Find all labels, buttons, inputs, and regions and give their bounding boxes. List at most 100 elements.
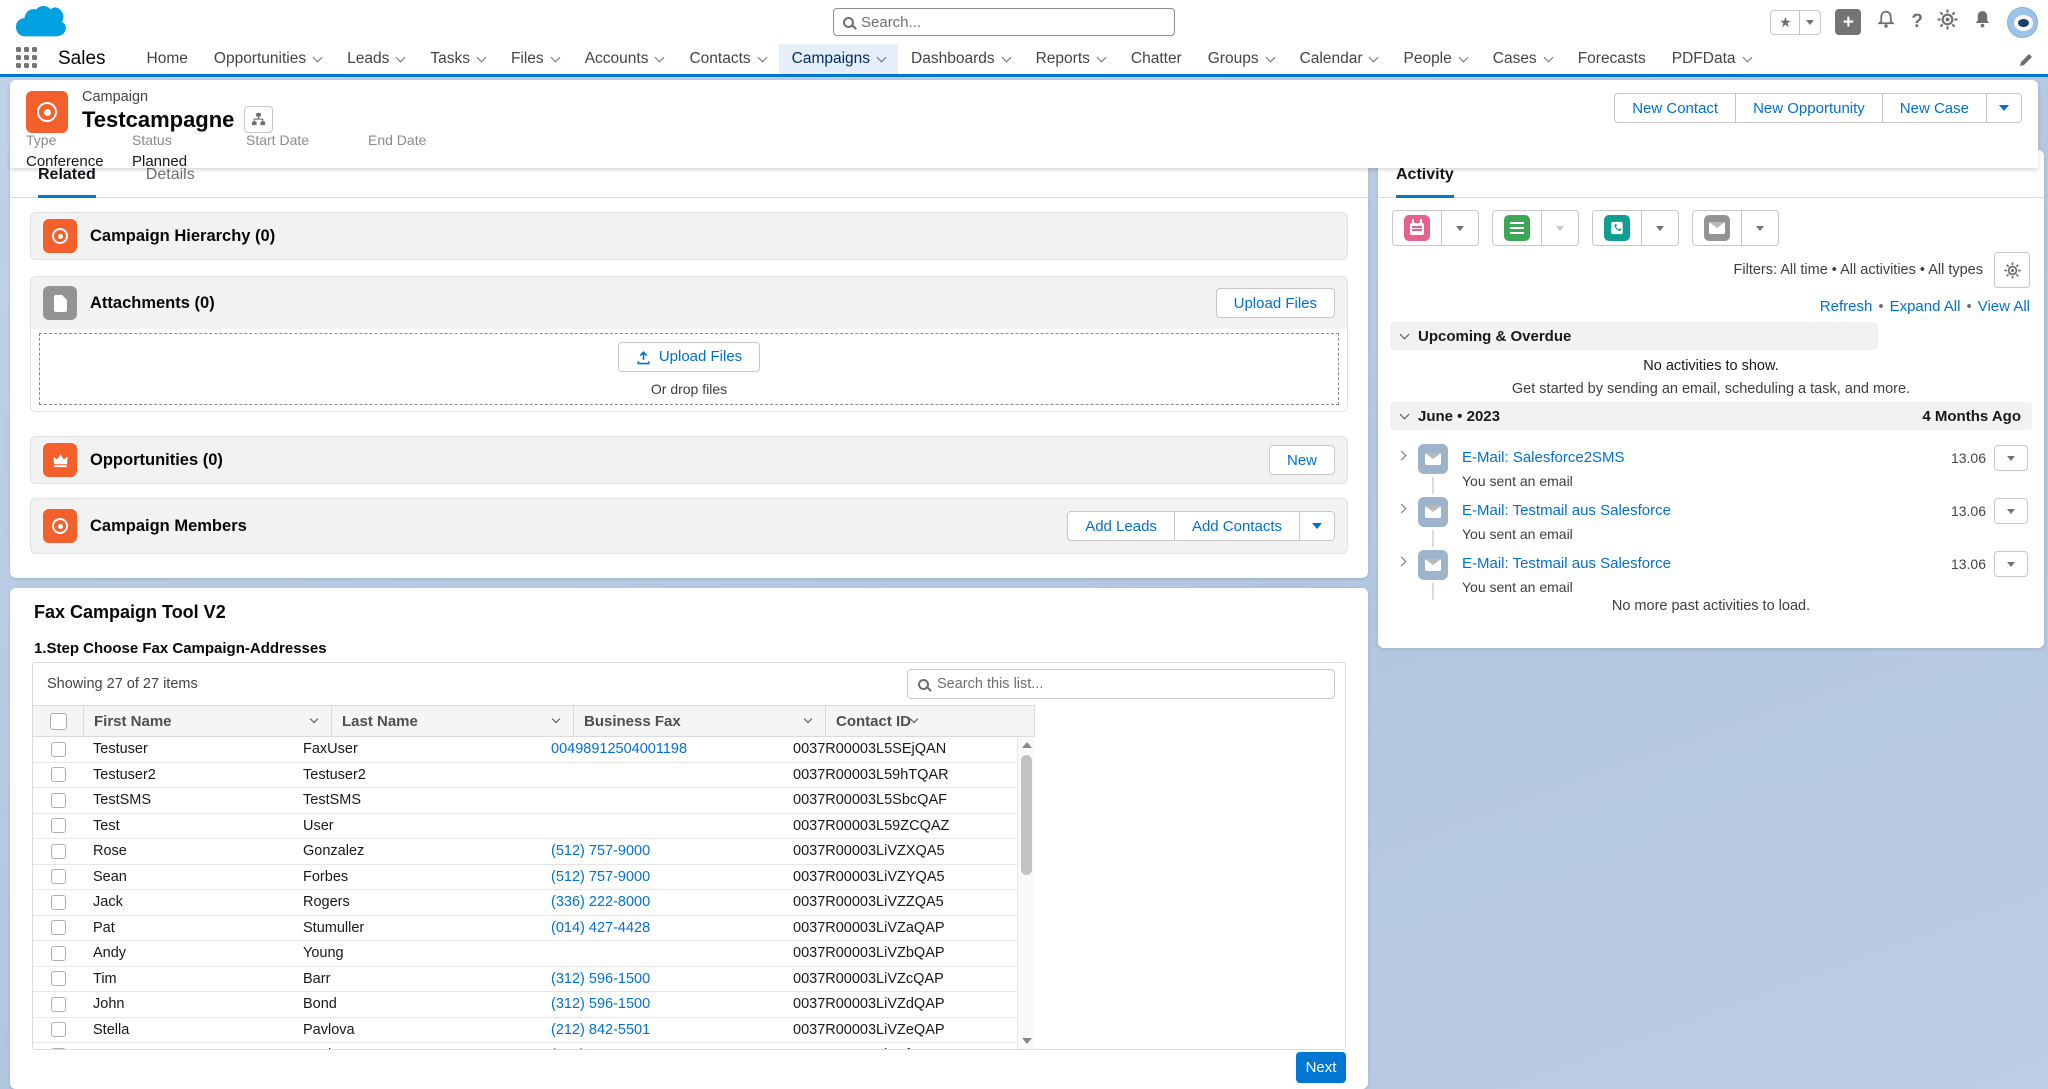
help-icon[interactable]: ?: [1911, 11, 1923, 33]
table-scrollbar[interactable]: [1017, 737, 1035, 1049]
campaign-hierarchy-card[interactable]: Campaign Hierarchy (0): [30, 212, 1348, 260]
nav-tab[interactable]: Contacts: [676, 44, 778, 74]
row-checkbox[interactable]: [51, 793, 66, 808]
tab-related[interactable]: Related: [38, 166, 96, 198]
row-checkbox[interactable]: [51, 767, 66, 782]
table-row[interactable]: Stella Pavlova (212) 842-5501 0037R00003…: [33, 1018, 1017, 1044]
row-checkbox[interactable]: [51, 997, 66, 1012]
email-button[interactable]: [1692, 210, 1742, 246]
scrollbar-thumb[interactable]: [1021, 755, 1032, 875]
nav-tab[interactable]: Calendar: [1287, 44, 1391, 74]
add-leads-button[interactable]: Add Leads: [1067, 511, 1175, 541]
activity-actions-dropdown[interactable]: [1994, 445, 2028, 471]
file-dropzone[interactable]: Upload Files Or drop files: [39, 333, 1339, 405]
nav-tab[interactable]: Dashboards: [898, 44, 1023, 74]
column-header[interactable]: Last Name: [331, 706, 573, 736]
activity-title-link[interactable]: E-Mail: Testmail aus Salesforce: [1462, 502, 1671, 519]
log-a-call-dropdown[interactable]: [1641, 210, 1679, 246]
cell-business-fax-link[interactable]: (212) 842-5501: [551, 1047, 650, 1049]
user-avatar[interactable]: [2007, 7, 2038, 38]
nav-tab[interactable]: PDFData: [1659, 44, 1764, 74]
nav-tab[interactable]: Files: [498, 44, 572, 74]
table-row[interactable]: Jack Rogers (336) 222-8000 0037R00003LiV…: [33, 890, 1017, 916]
upcoming-overdue-section[interactable]: Upcoming & Overdue: [1390, 322, 1878, 350]
nav-tab[interactable]: Opportunities: [201, 44, 334, 74]
new-opportunity-related-button[interactable]: New: [1269, 445, 1335, 475]
add-contacts-button[interactable]: Add Contacts: [1174, 511, 1300, 541]
global-search-input[interactable]: [861, 14, 1165, 31]
nav-tab[interactable]: Home: [134, 44, 201, 74]
tab-details[interactable]: Details: [146, 166, 195, 198]
nav-tab[interactable]: Chatter: [1118, 44, 1195, 74]
cell-business-fax-link[interactable]: (312) 596-1500: [551, 971, 650, 987]
row-checkbox[interactable]: [51, 818, 66, 833]
cell-business-fax-link[interactable]: (014) 427-4428: [551, 920, 650, 936]
global-actions-plus-icon[interactable]: +: [1835, 9, 1861, 35]
setup-gear-icon[interactable]: [1937, 9, 1958, 35]
upload-files-button[interactable]: Upload Files: [1216, 288, 1335, 318]
row-checkbox[interactable]: [51, 946, 66, 961]
column-header[interactable]: Business Fax: [573, 706, 825, 736]
row-checkbox[interactable]: [51, 742, 66, 757]
next-button[interactable]: Next: [1296, 1052, 1346, 1083]
expand-chevron-icon[interactable]: [1397, 557, 1407, 567]
new-task-dropdown[interactable]: [1541, 210, 1579, 246]
campaign-members-card[interactable]: Campaign Members Add Leads Add Contacts: [30, 498, 1348, 554]
table-row[interactable]: TestSMS TestSMS 0037R00003L5SbcQAF: [33, 788, 1017, 814]
row-checkbox[interactable]: [51, 1048, 66, 1049]
table-row[interactable]: Testuser2 Testuser2 0037R00003L59hTQAR: [33, 763, 1017, 789]
new-opportunity-button[interactable]: New Opportunity: [1735, 93, 1883, 123]
activity-actions-dropdown[interactable]: [1994, 551, 2028, 577]
scroll-down-arrow[interactable]: [1022, 1038, 1032, 1044]
edit-nav-pencil-icon[interactable]: [2018, 52, 2034, 73]
cell-business-fax-link[interactable]: (336) 222-8000: [551, 894, 650, 910]
global-search[interactable]: [833, 8, 1175, 36]
activity-title-link[interactable]: E-Mail: Testmail aus Salesforce: [1462, 555, 1671, 572]
opportunities-card[interactable]: Opportunities (0) New: [30, 436, 1348, 484]
more-actions-dropdown[interactable]: [1986, 93, 2022, 123]
table-row[interactable]: Test User 0037R00003L59ZCQAZ: [33, 814, 1017, 840]
cell-business-fax-link[interactable]: (212) 842-5501: [551, 1022, 650, 1038]
row-checkbox[interactable]: [51, 844, 66, 859]
row-checkbox[interactable]: [51, 1022, 66, 1037]
table-row[interactable]: Sean Forbes (512) 757-9000 0037R00003LiV…: [33, 865, 1017, 891]
row-checkbox[interactable]: [51, 869, 66, 884]
table-row[interactable]: Tim Barr (312) 596-1500 0037R00003LiVZcQ…: [33, 967, 1017, 993]
members-more-dropdown[interactable]: [1299, 511, 1335, 541]
notifications-bell-icon[interactable]: [1972, 9, 1993, 35]
nav-tab[interactable]: Forecasts: [1565, 44, 1659, 74]
activity-actions-dropdown[interactable]: [1994, 498, 2028, 524]
table-row[interactable]: Rose Gonzalez (512) 757-9000 0037R00003L…: [33, 839, 1017, 865]
nav-tab[interactable]: Reports: [1023, 44, 1118, 74]
row-checkbox[interactable]: [51, 895, 66, 910]
nav-tab[interactable]: Groups: [1195, 44, 1287, 74]
nav-tab[interactable]: Campaigns: [779, 44, 898, 74]
log-a-call-button[interactable]: [1592, 210, 1642, 246]
new-task-button[interactable]: [1492, 210, 1542, 246]
nav-tab[interactable]: Accounts: [572, 44, 677, 74]
activity-settings-gear-icon[interactable]: [1994, 252, 2030, 288]
table-row[interactable]: Testuser FaxUser 00498912504001198 0037R…: [33, 737, 1017, 763]
nav-tab[interactable]: Tasks: [417, 44, 498, 74]
table-row[interactable]: Andy Young 0037R00003LiVZbQAP: [33, 941, 1017, 967]
tab-activity[interactable]: Activity: [1396, 166, 1454, 198]
new-event-dropdown[interactable]: [1441, 210, 1479, 246]
list-search-input[interactable]: [937, 676, 1324, 692]
cell-business-fax-link[interactable]: (312) 596-1500: [551, 996, 650, 1012]
month-section[interactable]: June • 2023 4 Months Ago: [1390, 402, 2032, 430]
app-launcher-icon[interactable]: [16, 47, 42, 73]
column-header[interactable]: First Name: [83, 706, 331, 736]
column-header[interactable]: Contact ID: [825, 706, 931, 736]
email-dropdown[interactable]: [1741, 210, 1779, 246]
view-all-link[interactable]: View All: [1978, 298, 2030, 315]
select-all-checkbox[interactable]: [50, 713, 67, 730]
dropzone-upload-files-button[interactable]: Upload Files: [618, 342, 760, 372]
cell-business-fax-link[interactable]: (512) 757-9000: [551, 869, 650, 885]
table-row[interactable]: John Bond (312) 596-1500 0037R00003LiVZd…: [33, 992, 1017, 1018]
expand-all-link[interactable]: Expand All: [1890, 298, 1961, 315]
nav-tab[interactable]: Leads: [334, 44, 417, 74]
table-row[interactable]: Lauren Boyle (212) 842-5501 0037R00003Li…: [33, 1043, 1017, 1049]
row-checkbox[interactable]: [51, 920, 66, 935]
activity-title-link[interactable]: E-Mail: Salesforce2SMS: [1462, 449, 1625, 466]
table-row[interactable]: Pat Stumuller (014) 427-4428 0037R00003L…: [33, 916, 1017, 942]
